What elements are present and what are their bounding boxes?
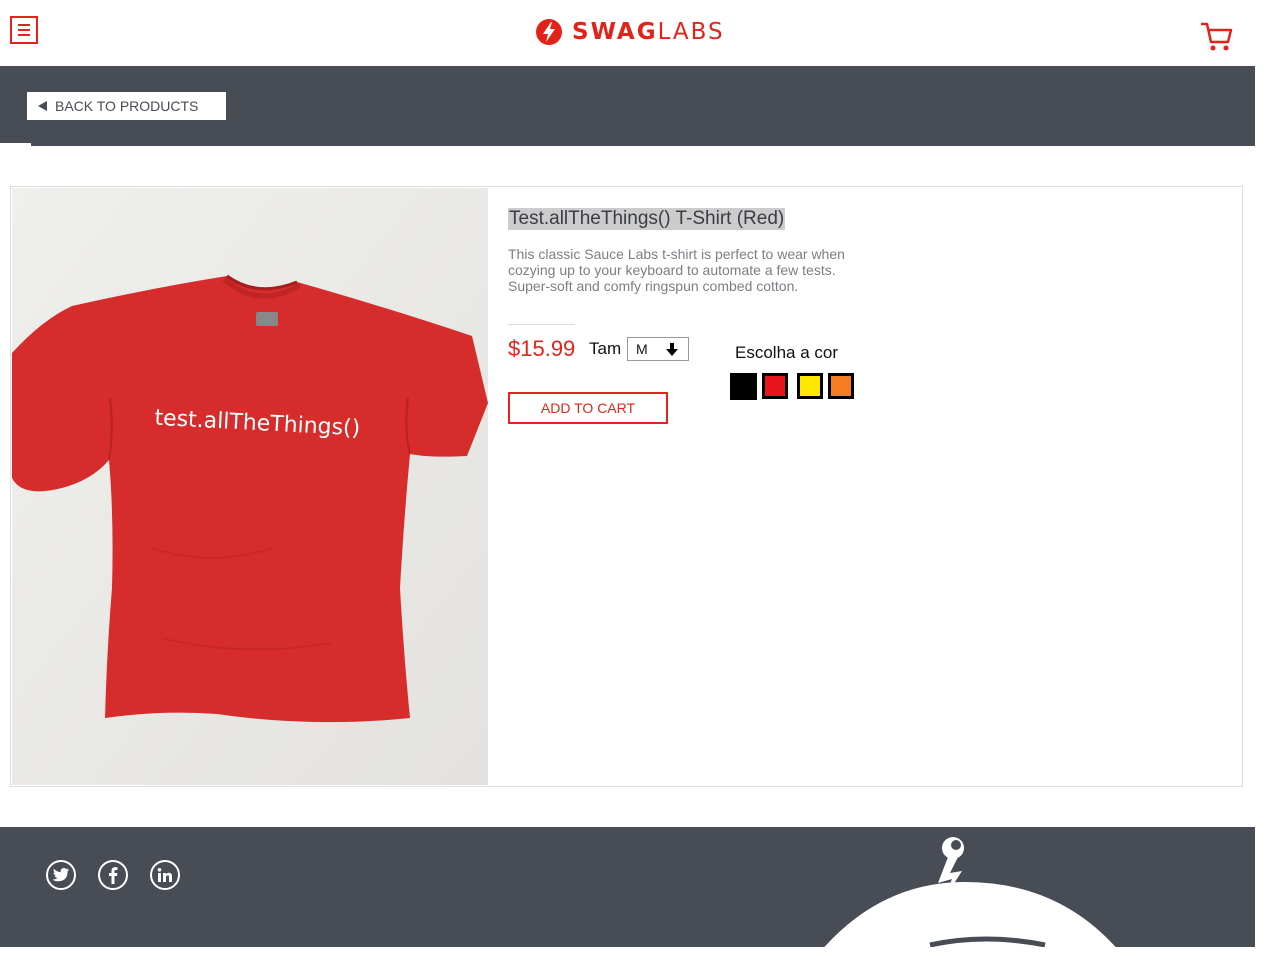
- linkedin-link[interactable]: [150, 860, 180, 890]
- product-image: test.allTheThings(): [12, 188, 488, 785]
- color-swatch-red[interactable]: [762, 373, 788, 399]
- size-value: M: [636, 341, 648, 357]
- facebook-icon: [109, 867, 118, 884]
- footer: [0, 827, 1255, 947]
- back-to-products-button[interactable]: BACK TO PRODUCTS: [27, 92, 226, 120]
- product-title: Test.allTheThings() T-Shirt (Red): [508, 208, 786, 230]
- add-to-cart-button[interactable]: ADD TO CART: [508, 392, 668, 424]
- triangle-left-icon: [38, 101, 47, 111]
- color-choice-label: Escolha a cor: [735, 343, 838, 362]
- product-description: This classic Sauce Labs t-shirt is perfe…: [508, 246, 845, 294]
- menu-button[interactable]: [10, 16, 38, 44]
- product-price: $15.99: [508, 336, 576, 361]
- linkedin-icon: [157, 868, 172, 882]
- header-divider: [0, 143, 31, 146]
- color-swatch-orange[interactable]: [828, 373, 854, 399]
- size-select[interactable]: M: [627, 337, 689, 361]
- color-swatch-black[interactable]: [730, 373, 757, 400]
- facebook-link[interactable]: [98, 860, 128, 890]
- size-label: Tam: [589, 339, 622, 358]
- shopping-cart-icon: [1201, 22, 1233, 51]
- twitter-icon: [52, 868, 69, 882]
- logo-text: SWAGLABS: [572, 19, 725, 45]
- back-to-products-label: BACK TO PRODUCTS: [55, 98, 199, 114]
- hamburger-menu-icon: [18, 24, 30, 26]
- robot-mascot-icon: [824, 837, 1116, 947]
- red-tshirt-image: test.allTheThings(): [12, 188, 488, 785]
- shopping-cart-button[interactable]: [1198, 20, 1234, 54]
- add-to-cart-label: ADD TO CART: [540, 400, 636, 416]
- swag-labs-logo: SWAGLABS: [534, 16, 725, 48]
- sauce-logo-icon: [536, 19, 562, 45]
- price-divider: [508, 324, 575, 325]
- color-swatch-yellow[interactable]: [797, 373, 823, 399]
- arrow-down-icon: [666, 342, 678, 356]
- twitter-link[interactable]: [46, 860, 76, 890]
